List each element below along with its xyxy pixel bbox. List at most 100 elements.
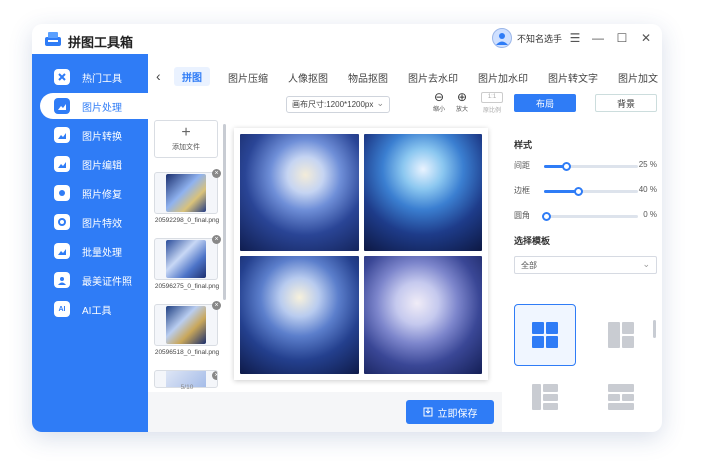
- thumbnail-image: [166, 306, 206, 344]
- image-effects-icon: [54, 214, 70, 230]
- template-scrollbar[interactable]: [653, 320, 656, 338]
- sidebar-item-id-photo[interactable]: 最美证件照: [40, 267, 148, 293]
- template-rows[interactable]: [590, 370, 652, 410]
- zoom-in-label: 放大: [455, 107, 468, 113]
- add-file-label: 添加文件: [172, 144, 200, 151]
- zoom-out-label: 缩小: [432, 107, 445, 113]
- tab-portrait-cutout[interactable]: 人像抠图: [288, 70, 328, 85]
- file-thumbnail[interactable]: ×: [154, 169, 221, 214]
- spacing-label: 间距: [514, 161, 530, 170]
- style-section-title: 样式: [514, 140, 533, 150]
- save-label: 立即保存: [437, 408, 478, 420]
- avatar[interactable]: [492, 28, 512, 48]
- template-grid-2x2[interactable]: [514, 304, 576, 366]
- chevron-left-icon[interactable]: ‹: [156, 68, 161, 84]
- zoom-out-button[interactable]: ⊖ 缩小: [428, 90, 450, 113]
- photo-repair-icon: [54, 185, 70, 201]
- sidebar-item-image-process[interactable]: 图片处理: [40, 93, 148, 119]
- canvas-size-select[interactable]: 画布尺寸:1200*1200px ⌄: [286, 96, 390, 113]
- file-thumbnail[interactable]: ×: [154, 235, 221, 280]
- spacing-slider-handle[interactable]: [562, 162, 571, 171]
- template-filter-select[interactable]: 全部 ⌄: [514, 256, 657, 274]
- remove-file-icon[interactable]: ×: [212, 169, 221, 178]
- remove-file-icon[interactable]: ×: [212, 371, 217, 380]
- sidebar-item-image-edit[interactable]: 图片编辑: [40, 151, 148, 177]
- image-convert-icon: [54, 127, 70, 143]
- remove-file-icon[interactable]: ×: [212, 235, 221, 244]
- maximize-icon[interactable]: ☐: [614, 30, 630, 46]
- chevron-down-icon: ⌄: [642, 259, 650, 269]
- file-list-scrollbar[interactable]: [223, 124, 226, 300]
- border-value: 40 %: [638, 185, 657, 194]
- close-icon[interactable]: ✕: [638, 30, 654, 46]
- save-button[interactable]: 立即保存: [406, 400, 494, 424]
- collage-cell-4[interactable]: [364, 256, 482, 374]
- grid-left-split-icon: [532, 384, 558, 410]
- save-icon: [423, 407, 432, 417]
- add-file-button[interactable]: + 添加文件: [154, 120, 218, 158]
- sidebar-item-label: 图片转换: [82, 131, 122, 143]
- hot-tools-icon: [54, 69, 70, 85]
- plus-icon: +: [181, 124, 191, 141]
- tab-remove-watermark[interactable]: 图片去水印: [408, 70, 458, 85]
- user-avatar-icon: [496, 33, 508, 45]
- template-left-tall[interactable]: [590, 304, 652, 366]
- user-name[interactable]: 不知名选手: [517, 32, 562, 45]
- sidebar-item-image-convert[interactable]: 图片转换: [40, 122, 148, 148]
- sidebar-item-label: 最美证件照: [82, 276, 132, 288]
- template-left-split[interactable]: [514, 370, 576, 410]
- corner-radius-value: 0 %: [643, 210, 657, 219]
- collage-preview[interactable]: [234, 128, 488, 380]
- user-account[interactable]: 不知名选手: [492, 28, 562, 48]
- border-slider[interactable]: [544, 187, 638, 196]
- minimize-icon[interactable]: —: [590, 30, 606, 46]
- id-photo-icon: [54, 272, 70, 288]
- zoom-in-button[interactable]: ⊕ 放大: [451, 90, 473, 113]
- tab-add-watermark[interactable]: 图片加水印: [478, 70, 528, 85]
- sidebar: 热门工具 图片处理 图片转换 图片编辑 照片修复 图片特效 批量处理 最美证件照…: [32, 54, 148, 432]
- sidebar-item-photo-repair[interactable]: 照片修复: [40, 180, 148, 206]
- original-ratio-button[interactable]: 1:1 原比例: [481, 92, 503, 114]
- sidebar-item-label: 图片处理: [82, 102, 122, 114]
- tab-image-to-text[interactable]: 图片转文字: [548, 70, 598, 85]
- app-logo-icon: [45, 32, 61, 46]
- collage-cell-2[interactable]: [364, 134, 482, 251]
- ratio-box: 1:1: [481, 92, 503, 103]
- batch-icon: [54, 243, 70, 259]
- sidebar-item-label: 批量处理: [82, 247, 122, 259]
- collage-cell-3[interactable]: [240, 256, 359, 374]
- grid-left-tall-icon: [608, 322, 634, 348]
- border-label: 边框: [514, 186, 530, 195]
- spacing-slider[interactable]: [544, 162, 638, 171]
- sidebar-item-image-effects[interactable]: 图片特效: [40, 209, 148, 235]
- tab-add-text[interactable]: 图片加文: [618, 70, 658, 85]
- menu-icon[interactable]: ☰: [567, 30, 583, 46]
- layout-tab-button[interactable]: 布局: [514, 94, 576, 112]
- sidebar-item-label: 热门工具: [82, 73, 122, 85]
- template-filter-value: 全部: [521, 260, 537, 270]
- tab-collage[interactable]: 拼图: [174, 67, 210, 86]
- template-section-title: 选择模板: [514, 236, 551, 246]
- file-thumbnail[interactable]: ×: [154, 301, 221, 346]
- tab-object-cutout[interactable]: 物品抠图: [348, 70, 388, 85]
- app-window: 拼图工具箱 不知名选手 ☰ — ☐ ✕ 热门工具 图片处理 图片转换 图片编辑: [32, 24, 662, 432]
- sidebar-item-batch[interactable]: 批量处理: [40, 238, 148, 264]
- image-edit-icon: [54, 156, 70, 172]
- chevron-down-icon: ⌄: [376, 98, 384, 108]
- tab-compress[interactable]: 图片压缩: [228, 70, 268, 85]
- collage-cell-1[interactable]: [240, 134, 359, 251]
- sidebar-item-label: 图片特效: [82, 218, 122, 230]
- sidebar-item-hot-tools[interactable]: 热门工具: [40, 64, 148, 90]
- background-tab-button[interactable]: 背景: [595, 94, 657, 112]
- image-process-icon: [54, 98, 70, 114]
- corner-radius-slider[interactable]: [542, 212, 638, 221]
- thumbnail-image: [166, 174, 206, 212]
- tool-tabs: ‹ 拼图 图片压缩 人像抠图 物品抠图 图片去水印 图片加水印 图片转文字 图片…: [148, 66, 662, 88]
- ai-icon: AI: [54, 301, 70, 317]
- app-title: 拼图工具箱: [68, 35, 134, 50]
- border-slider-handle[interactable]: [574, 187, 583, 196]
- corner-radius-slider-handle[interactable]: [542, 212, 551, 221]
- remove-file-icon[interactable]: ×: [212, 301, 221, 310]
- grid-rows-icon: [608, 384, 634, 410]
- sidebar-item-ai[interactable]: AI AI工具: [40, 296, 148, 322]
